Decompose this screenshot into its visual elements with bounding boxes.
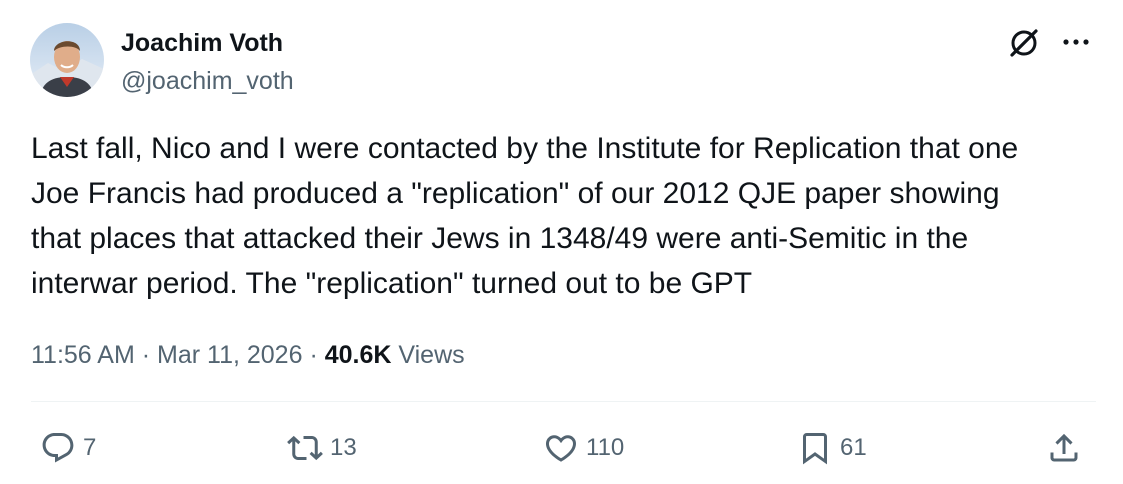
reply-button[interactable]: 7: [40, 428, 96, 468]
avatar-image: [30, 23, 104, 97]
bookmark-count: 61: [840, 434, 867, 461]
meta-separator: ·: [141, 341, 151, 369]
tweet-time[interactable]: 11:56 AM: [31, 341, 135, 369]
author-handle[interactable]: @joachim_voth: [121, 64, 294, 98]
tweet-text-line: that places that attacked their Jews in …: [31, 222, 969, 255]
like-count: 110: [586, 434, 625, 461]
repost-count: 13: [330, 434, 357, 461]
tweet-meta: 11:56 AM · Mar 11, 2026 · 40.6K Views: [31, 338, 465, 372]
repost-icon: [287, 435, 323, 461]
bookmark-icon: [803, 433, 827, 465]
divider: [31, 401, 1096, 402]
tweet-text-line: interwar period. The "replication" turne…: [31, 267, 753, 300]
reply-count: 7: [83, 434, 97, 461]
grok-icon[interactable]: [1006, 25, 1042, 61]
tweet-text-line: Joe Francis had produced a "replication"…: [31, 177, 1000, 210]
more-icon[interactable]: [1060, 30, 1092, 54]
avatar[interactable]: [30, 23, 104, 97]
reply-icon: [42, 433, 74, 463]
views-label[interactable]: Views: [398, 341, 464, 369]
heart-icon: [545, 435, 577, 462]
share-icon: [1050, 433, 1078, 462]
bookmark-button[interactable]: 61: [797, 428, 867, 468]
share-button[interactable]: [1046, 428, 1082, 468]
like-button[interactable]: 110: [543, 428, 624, 468]
author-name[interactable]: Joachim Voth: [121, 26, 283, 60]
repost-button[interactable]: 13: [287, 428, 357, 468]
tweet-text-line: Last fall, Nico and I were contacted by …: [31, 132, 1019, 165]
views-count[interactable]: 40.6K: [325, 341, 392, 369]
tweet-date[interactable]: Mar 11, 2026: [157, 341, 302, 369]
tweet-text: Last fall, Nico and I were contacted by …: [31, 126, 1096, 306]
tweet: Joachim Voth @joachim_voth Last fall, Ni…: [0, 0, 1123, 484]
meta-separator: ·: [309, 341, 318, 369]
